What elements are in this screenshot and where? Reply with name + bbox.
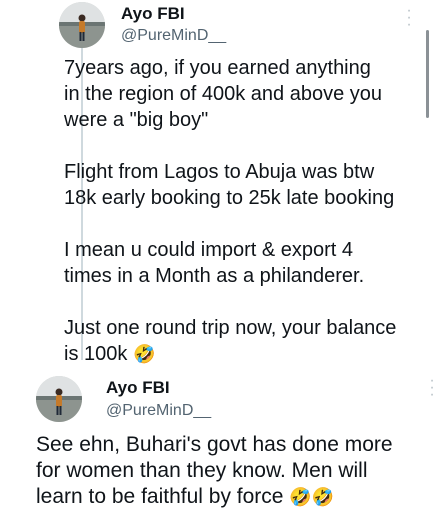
- tweet-text-line: learn to be faithful by force: [36, 485, 284, 508]
- scrollbar[interactable]: [426, 30, 429, 118]
- tweet-text-line: were a "big boy": [64, 109, 209, 131]
- avatar-photo-icon: [36, 376, 82, 422]
- avatar-photo-icon: [59, 2, 105, 48]
- author-name[interactable]: Ayo FBI: [106, 378, 170, 398]
- author-handle[interactable]: @PureMinD__: [121, 27, 226, 45]
- rofl-emoji-icon: 🤣🤣: [289, 487, 335, 508]
- tweet-text-last-line: is 100k 🤣: [64, 341, 155, 368]
- author-name[interactable]: Ayo FBI: [121, 4, 185, 24]
- tweet-text-line: Flight from Lagos to Abuja was btw: [64, 161, 375, 183]
- tweet-text-line: times in a Month as a philanderer.: [64, 265, 365, 287]
- author-handle[interactable]: @PureMinD__: [106, 402, 211, 420]
- tweet-text-line: is 100k: [64, 343, 128, 365]
- tweet-text-line: 18k early booking to 25k late booking: [64, 187, 395, 209]
- tweet-text-line: in the region of 400k and above you: [64, 83, 383, 105]
- tweet-2[interactable]: Ayo FBI @PureMinD__ · · · See ehn, Buhari'…: [0, 368, 445, 520]
- rofl-emoji-icon: 🤣: [132, 344, 156, 365]
- more-options-icon[interactable]: · · ·: [404, 3, 414, 33]
- avatar[interactable]: [59, 2, 105, 48]
- tweet-1[interactable]: Ayo FBI @PureMinD__ · · · 7years ago, if y…: [0, 0, 445, 368]
- tweet-text-line: See ehn, Buhari's govt has done more: [36, 433, 393, 456]
- tweet-text-last-line: learn to be faithful by force 🤣🤣: [36, 484, 334, 511]
- avatar[interactable]: [36, 376, 82, 422]
- tweet-text-line: 7years ago, if you earned anything: [64, 57, 371, 79]
- tweet-text-line: Just one round trip now, your balance: [64, 317, 397, 339]
- tweet-text-line: I mean u could import & export 4: [64, 239, 354, 261]
- tweet-text-line: for women than they know. Men will: [36, 459, 368, 482]
- more-options-icon[interactable]: · · ·: [427, 373, 437, 403]
